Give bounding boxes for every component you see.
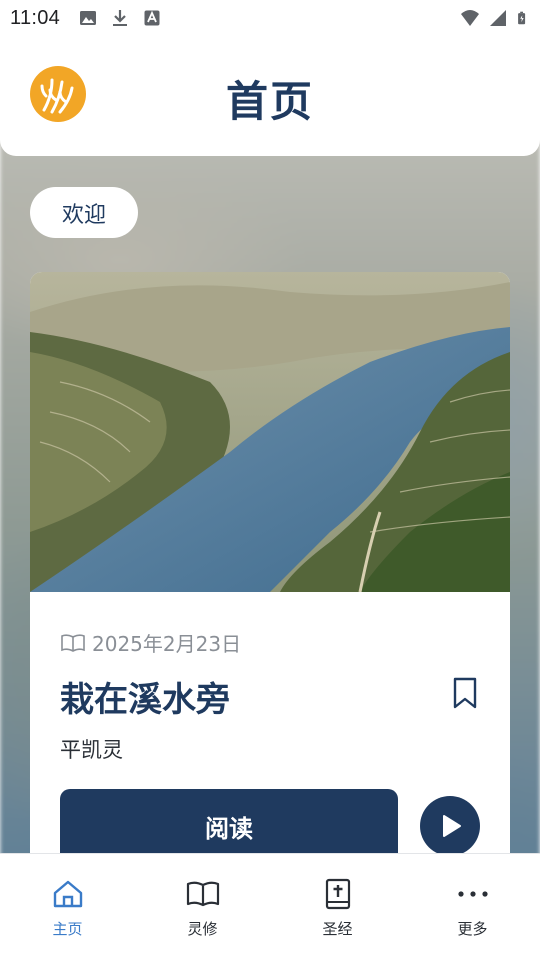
nav-item-more[interactable]: 更多	[405, 854, 540, 960]
card-date: 2025年2月23日	[92, 632, 242, 656]
play-button[interactable]	[420, 796, 480, 856]
status-icons-left	[78, 8, 162, 28]
card-date-row: 2025年2月23日	[60, 628, 241, 657]
play-icon	[443, 815, 461, 837]
card-title: 栽在溪水旁	[60, 680, 230, 720]
download-icon	[113, 10, 128, 26]
status-icons-right	[460, 8, 530, 28]
nav-item-bible[interactable]: 圣经	[270, 854, 405, 960]
wifi-icon	[461, 10, 479, 26]
more-icon	[457, 891, 488, 897]
status-time: 11:04	[10, 6, 61, 29]
battery-icon	[518, 11, 526, 25]
nav-label-more: 更多	[457, 920, 488, 938]
page-title: 首页	[225, 77, 314, 126]
open-book-icon	[186, 881, 219, 907]
bottom-nav: 主页 灵修 圣经 更多	[0, 853, 540, 960]
book-icon	[61, 633, 85, 652]
nav-label-home: 主页	[52, 920, 83, 938]
image-icon	[80, 11, 97, 25]
devotional-card[interactable]: 2025年2月23日 栽在溪水旁 平凯灵 阅读	[30, 272, 510, 872]
app-header: 首页	[0, 36, 540, 156]
home-icon	[53, 880, 82, 908]
river-valley-image	[30, 272, 510, 592]
nav-item-devotion[interactable]: 灵修	[135, 854, 270, 960]
bookmark-icon[interactable]	[452, 676, 478, 710]
font-icon	[144, 10, 160, 26]
card-author: 平凯灵	[60, 738, 123, 762]
bible-icon	[325, 878, 350, 910]
nav-item-home[interactable]: 主页	[0, 854, 135, 960]
status-bar: 11:04	[0, 0, 540, 36]
nav-label-devotion: 灵修	[187, 920, 218, 938]
nav-label-bible: 圣经	[322, 920, 353, 938]
welcome-chip[interactable]: 欢迎	[30, 187, 138, 238]
signal-icon	[490, 10, 506, 26]
